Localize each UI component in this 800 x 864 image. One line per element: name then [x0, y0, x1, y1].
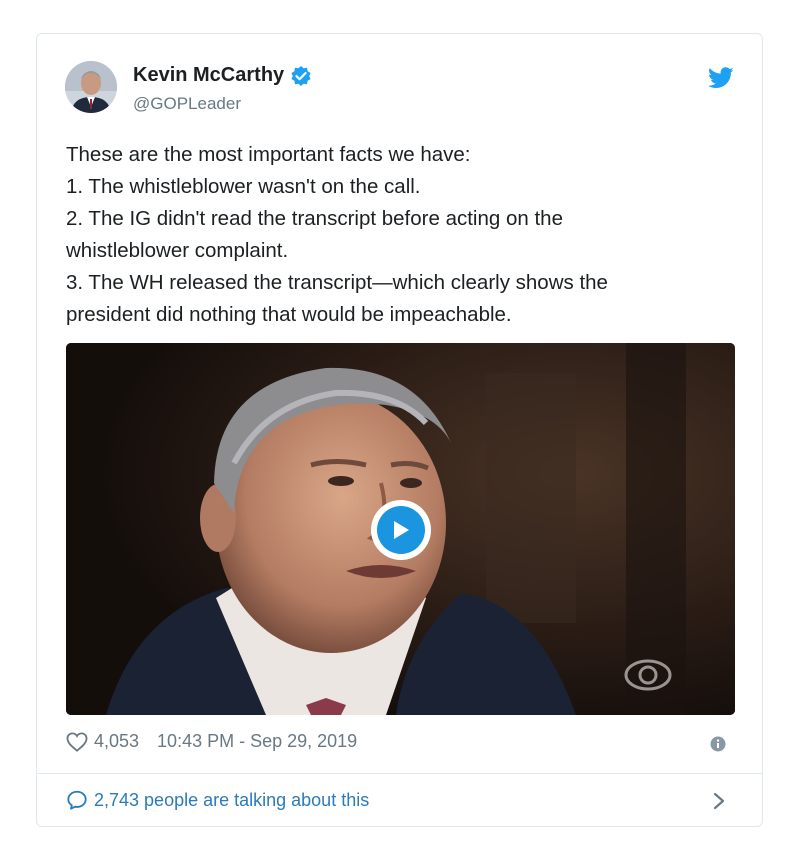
tweet-text: These are the most important facts we ha…	[66, 139, 726, 331]
author-name-label: Kevin McCarthy	[133, 64, 285, 86]
play-icon[interactable]	[371, 500, 431, 560]
info-icon[interactable]	[710, 736, 726, 752]
author-name[interactable]: Kevin McCarthy	[133, 64, 312, 87]
tweet-text-line: president did nothing that would be impe…	[66, 303, 512, 326]
conversation-count: 2,743 people are talking about this	[94, 789, 370, 810]
avatar[interactable]	[65, 61, 117, 113]
verified-badge-icon	[290, 65, 312, 87]
twitter-bird-icon[interactable]	[708, 67, 734, 89]
author-handle[interactable]: @GOPLeader	[133, 94, 241, 114]
tweet-text-line: 1. The whistleblower wasn't on the call.	[66, 175, 421, 198]
tweet-text-line: whistleblower complaint.	[66, 239, 289, 262]
tweet-card: Kevin McCarthy @GOPLeader These are the …	[36, 33, 763, 827]
conversation-link[interactable]: 2,743 people are talking about this	[66, 789, 369, 811]
like-count[interactable]: 4,053	[94, 731, 139, 752]
tweet-text-line: These are the most important facts we ha…	[66, 143, 471, 166]
divider	[37, 773, 762, 774]
chevron-right-icon[interactable]	[712, 791, 726, 811]
heart-icon[interactable]	[66, 731, 88, 752]
tweet-text-line: 2. The IG didn't read the transcript bef…	[66, 207, 563, 230]
play-button-inner	[377, 506, 425, 554]
tweet-meta: 4,053 10:43 PM - Sep 29, 2019	[66, 731, 357, 752]
speech-bubble-icon	[66, 789, 88, 811]
tweet-timestamp[interactable]: 10:43 PM - Sep 29, 2019	[157, 731, 357, 752]
tweet-text-line: 3. The WH released the transcript—which …	[66, 271, 608, 294]
